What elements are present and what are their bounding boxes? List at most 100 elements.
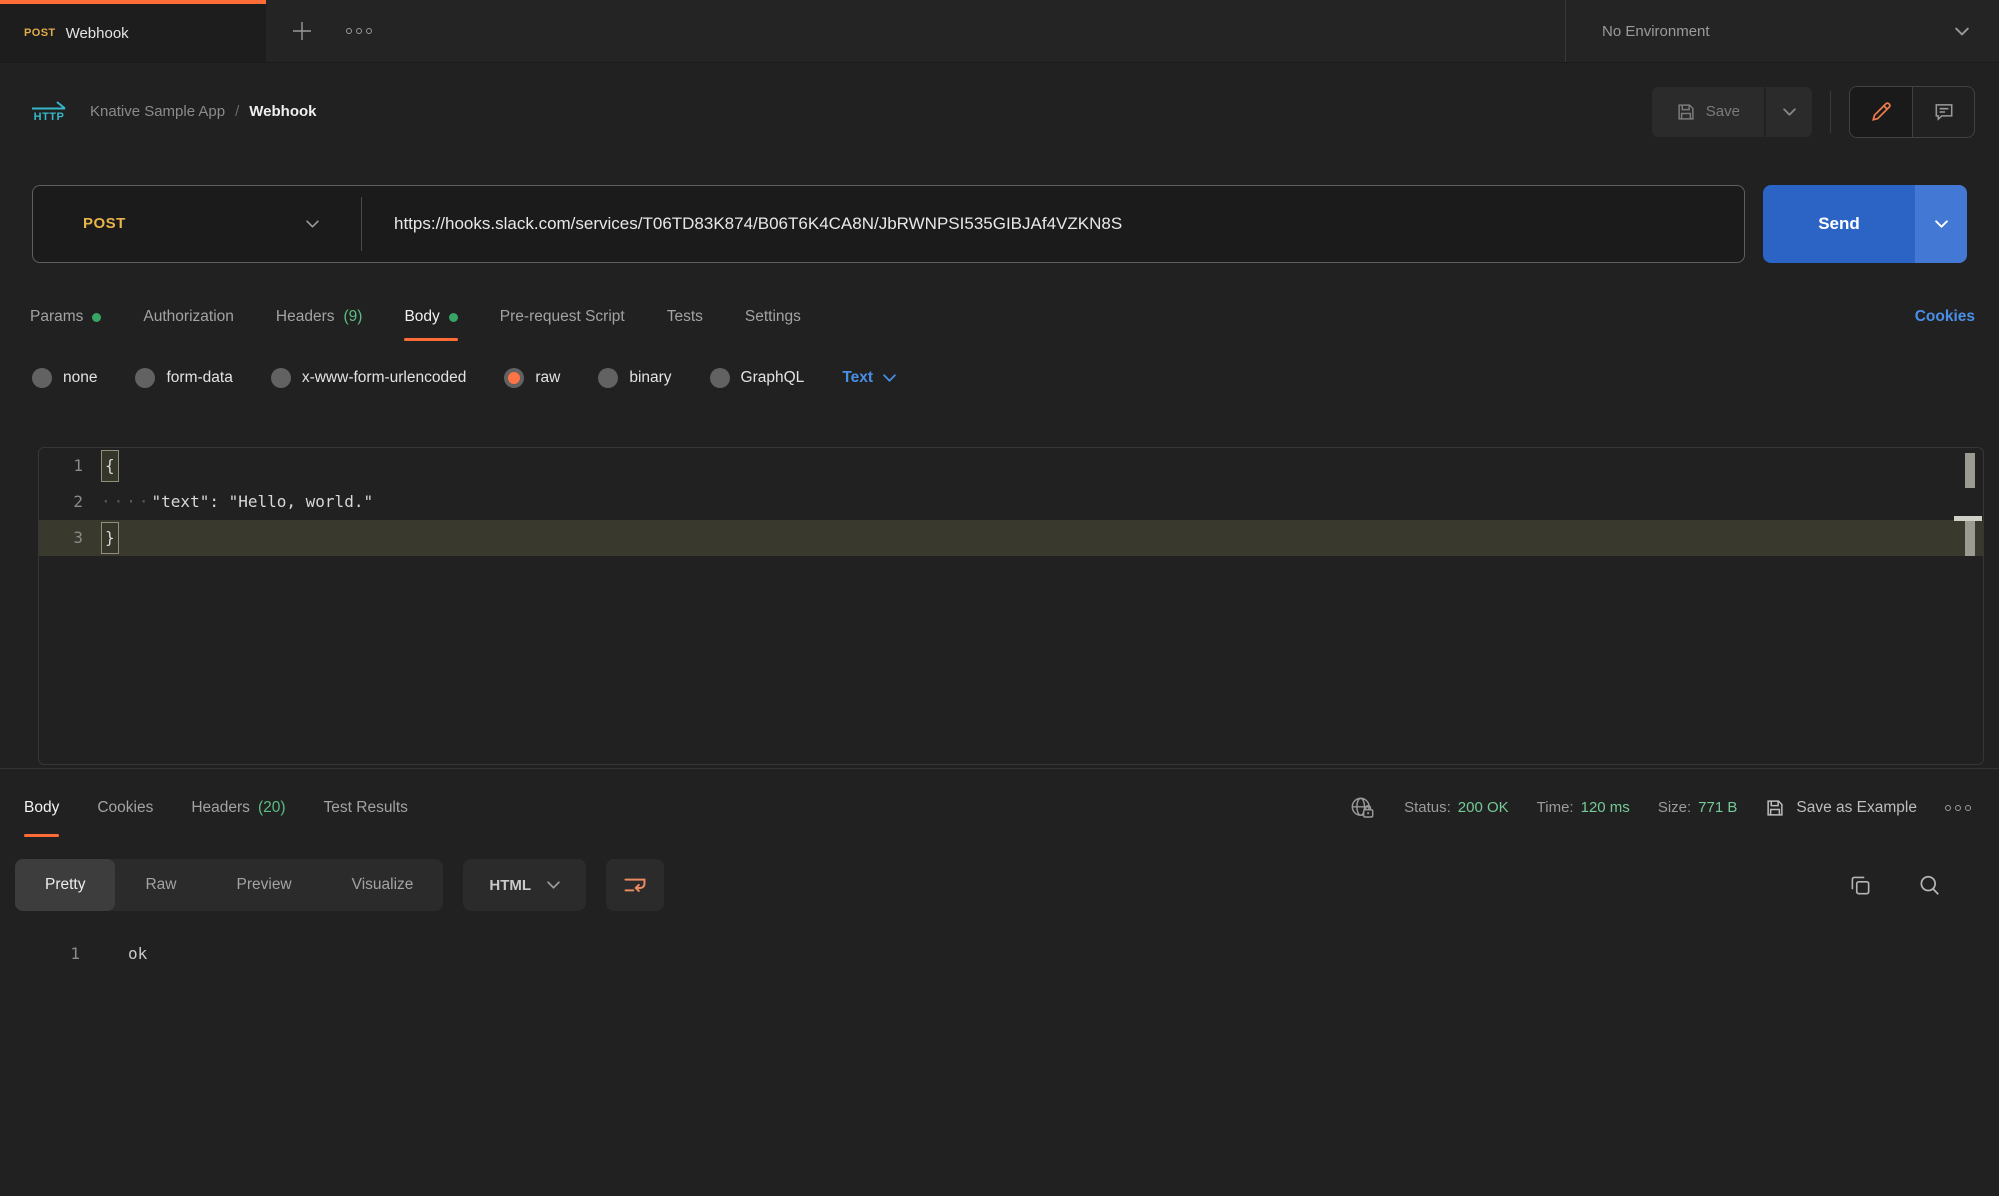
edit-request-button[interactable] (1850, 87, 1912, 137)
chevron-down-icon (1935, 220, 1948, 228)
response-tab-body[interactable]: Body (24, 769, 59, 846)
radio-icon (271, 368, 291, 388)
response-toolbar-right (1848, 873, 1984, 898)
bracket-highlight: } (101, 522, 119, 554)
response-body[interactable]: 1 ok (0, 924, 1999, 963)
body-type-raw[interactable]: raw (504, 368, 560, 388)
chevron-down-icon (306, 220, 319, 228)
plus-icon (290, 19, 314, 43)
editor-line-2: 2 ····"text": "Hello, world." (39, 484, 1983, 520)
code-text: "text": "Hello, world." (152, 492, 374, 511)
breadcrumb-collection[interactable]: Knative Sample App (90, 103, 225, 120)
scrollbar-thumb[interactable] (1965, 521, 1975, 556)
tab-params[interactable]: Params (30, 287, 101, 347)
more-options-icon (1945, 805, 1971, 811)
time-badge[interactable]: Time: 120 ms (1537, 799, 1630, 816)
headers-count: (9) (343, 308, 362, 326)
request-tabs: Params Authorization Headers (9) Body Pr… (0, 287, 1999, 347)
editor-line-3: 3 } (39, 520, 1983, 556)
tab-tests[interactable]: Tests (667, 287, 703, 347)
response-tabs: Body Cookies Headers (20) Test Results (24, 769, 408, 846)
request-tab-bar: POST Webhook No Environment (0, 0, 1999, 63)
wrap-text-icon (622, 873, 648, 897)
response-tab-cookies[interactable]: Cookies (97, 769, 153, 846)
save-options-button[interactable] (1766, 87, 1812, 137)
divider (1830, 91, 1831, 133)
save-as-example-button[interactable]: Save as Example (1765, 798, 1917, 818)
view-raw[interactable]: Raw (115, 859, 206, 911)
status-badge[interactable]: Status: 200 OK (1404, 799, 1509, 816)
body-type-row: none form-data x-www-form-urlencoded raw… (0, 347, 1999, 409)
overview-ruler-mark (1965, 453, 1975, 488)
chevron-down-icon (883, 374, 896, 382)
http-protocol-icon: HTTP (30, 100, 68, 123)
floppy-icon (1765, 798, 1785, 818)
response-line-number: 1 (0, 944, 80, 963)
url-input[interactable]: https://hooks.slack.com/services/T06TD83… (362, 214, 1744, 234)
response-tab-test-results[interactable]: Test Results (324, 769, 408, 846)
wrap-text-button[interactable] (606, 859, 664, 911)
line-number: 2 (39, 484, 83, 520)
tab-body[interactable]: Body (404, 287, 457, 347)
chevron-down-icon (547, 881, 560, 889)
search-response-button[interactable] (1917, 873, 1942, 898)
radio-icon (135, 368, 155, 388)
response-view-switch: Pretty Raw Preview Visualize (15, 859, 443, 911)
environment-selector[interactable]: No Environment (1565, 0, 1999, 62)
more-options-icon (346, 28, 372, 34)
pencil-icon (1870, 101, 1892, 123)
tab-pre-request-script[interactable]: Pre-request Script (500, 287, 625, 347)
method-selector[interactable]: POST (33, 186, 361, 262)
response-format-selector[interactable]: HTML (463, 859, 586, 911)
tab-title: Webhook (66, 25, 129, 42)
body-type-binary[interactable]: binary (598, 368, 671, 388)
green-dot-icon (449, 313, 458, 322)
request-header-row: HTTP Knative Sample App / Webhook Save (0, 63, 1999, 160)
radio-icon (710, 368, 730, 388)
green-dot-icon (92, 313, 101, 322)
cookies-link[interactable]: Cookies (1915, 308, 1975, 326)
raw-language-selector[interactable]: Text (842, 369, 896, 387)
response-options-button[interactable] (1945, 805, 1971, 811)
chevron-down-icon (1783, 108, 1796, 116)
add-tab-button[interactable] (290, 19, 314, 43)
send-options-button[interactable] (1915, 185, 1967, 263)
response-headers-count: (20) (258, 799, 286, 817)
tab-actions (266, 0, 1565, 62)
network-globe-lock-icon[interactable] (1349, 796, 1376, 820)
view-visualize[interactable]: Visualize (322, 859, 444, 911)
response-meta: Status: 200 OK Time: 120 ms Size: 771 B … (1349, 796, 1971, 820)
body-type-none[interactable]: none (32, 368, 97, 388)
comments-button[interactable] (1912, 87, 1974, 137)
request-tab-webhook[interactable]: POST Webhook (0, 0, 266, 62)
tab-options-button[interactable] (346, 28, 372, 34)
save-button[interactable]: Save (1652, 87, 1764, 137)
request-body-editor[interactable]: 1 { 2 ····"text": "Hello, world." 3 } (38, 447, 1984, 765)
environment-label: No Environment (1602, 23, 1710, 40)
response-toolbar: Pretty Raw Preview Visualize HTML (0, 846, 1999, 924)
body-type-form-data[interactable]: form-data (135, 368, 232, 388)
tab-authorization[interactable]: Authorization (143, 287, 233, 347)
response-tab-headers[interactable]: Headers (20) (191, 769, 285, 846)
response-pane: Body Cookies Headers (20) Test Results S… (0, 768, 1999, 963)
size-badge[interactable]: Size: 771 B (1658, 799, 1738, 816)
breadcrumb-request-name[interactable]: Webhook (249, 103, 316, 120)
tab-settings[interactable]: Settings (745, 287, 801, 347)
url-bar: POST https://hooks.slack.com/services/T0… (32, 185, 1745, 263)
radio-icon (32, 368, 52, 388)
method-label: POST (83, 215, 126, 232)
body-type-graphql[interactable]: GraphQL (710, 368, 805, 388)
view-preview[interactable]: Preview (207, 859, 322, 911)
request-header-actions: Save (1652, 86, 1975, 138)
copy-icon (1848, 873, 1873, 898)
copy-response-button[interactable] (1848, 873, 1873, 898)
chevron-down-icon (1955, 27, 1969, 36)
body-type-x-www-form-urlencoded[interactable]: x-www-form-urlencoded (271, 368, 467, 388)
send-button[interactable]: Send (1763, 185, 1915, 263)
floppy-icon (1676, 102, 1696, 122)
tab-method-badge: POST (24, 27, 56, 39)
breadcrumb-separator: / (235, 103, 239, 120)
editor-line-1: 1 { (39, 448, 1983, 484)
tab-headers[interactable]: Headers (9) (276, 287, 363, 347)
view-pretty[interactable]: Pretty (15, 859, 115, 911)
